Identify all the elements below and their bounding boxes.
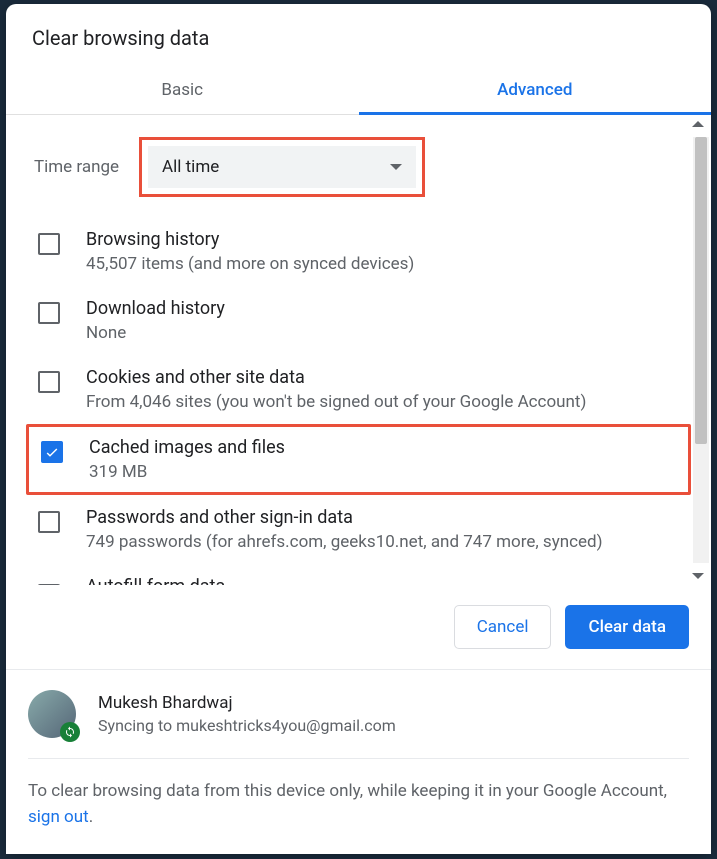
item-text: Cookies and other site data From 4,046 s… [86,367,683,412]
item-title: Browsing history [86,229,683,250]
sync-badge-icon [60,722,80,742]
item-browsing-history[interactable]: Browsing history 45,507 items (and more … [26,217,691,286]
item-passwords[interactable]: Passwords and other sign-in data 749 pas… [26,495,691,564]
clear-data-button[interactable]: Clear data [565,605,689,649]
item-title: Passwords and other sign-in data [86,507,683,528]
sync-name: Mukesh Bhardwaj [98,693,396,713]
tab-basic[interactable]: Basic [6,68,359,114]
scroll-area: Time range All time Browsing history 45, [6,115,711,585]
check-icon [44,444,60,460]
item-title: Autofill form data [86,576,683,585]
sign-out-link[interactable]: sign out [28,807,89,827]
cached-highlight: Cached images and files 319 MB [26,424,691,495]
sync-text: Mukesh Bhardwaj Syncing to mukeshtricks4… [98,693,396,735]
item-text: Download history None [86,298,683,343]
checkbox-browsing-history[interactable] [38,233,60,255]
dialog-footer: Mukesh Bhardwaj Syncing to mukeshtricks4… [6,670,711,854]
item-sub: None [86,323,683,343]
item-text: Passwords and other sign-in data 749 pas… [86,507,683,552]
footer-note: To clear browsing data from this device … [28,779,689,830]
sync-email: Syncing to mukeshtricks4you@gmail.com [98,716,396,735]
item-cached[interactable]: Cached images and files 319 MB [33,429,684,490]
footnote-post: . [89,807,93,827]
item-autofill[interactable]: Autofill form data [26,564,691,585]
item-text: Browsing history 45,507 items (and more … [86,229,683,274]
tab-advanced[interactable]: Advanced [359,68,712,114]
checkbox-cached[interactable] [41,441,63,463]
dialog-actions: Cancel Clear data [6,585,711,670]
item-title: Cached images and files [89,437,680,458]
time-range-highlight: All time [139,137,425,197]
clear-browsing-data-dialog: Clear browsing data Basic Advanced Time … [6,4,711,854]
scroll-up-icon[interactable] [692,121,704,127]
checkbox-cookies[interactable] [38,371,60,393]
item-text: Autofill form data [86,576,683,585]
item-cookies[interactable]: Cookies and other site data From 4,046 s… [26,355,691,424]
item-text: Cached images and files 319 MB [89,437,680,482]
scroll-down-icon[interactable] [692,573,704,579]
checkbox-autofill[interactable] [38,584,60,585]
sync-row: Mukesh Bhardwaj Syncing to mukeshtricks4… [28,690,689,759]
item-download-history[interactable]: Download history None [26,286,691,355]
scroll-content: Time range All time Browsing history 45, [6,115,711,585]
cancel-button[interactable]: Cancel [454,605,552,649]
time-range-select[interactable]: All time [148,146,416,188]
item-title: Download history [86,298,683,319]
checkbox-passwords[interactable] [38,511,60,533]
item-sub: 319 MB [89,462,680,482]
time-range-label: Time range [34,157,119,177]
item-title: Cookies and other site data [86,367,683,388]
data-type-list: Browsing history 45,507 items (and more … [26,215,691,585]
avatar [28,690,76,738]
scrollbar-arrows [689,121,707,579]
item-sub: 45,507 items (and more on synced devices… [86,254,683,274]
time-range-value: All time [162,157,219,177]
tabs: Basic Advanced [6,68,711,115]
item-sub: From 4,046 sites (you won't be signed ou… [86,392,683,412]
caret-down-icon [390,164,402,170]
checkbox-download-history[interactable] [38,302,60,324]
item-sub: 749 passwords (for ahrefs.com, geeks10.n… [86,532,683,552]
footnote-pre: To clear browsing data from this device … [28,781,667,801]
time-range-row: Time range All time [26,115,691,215]
dialog-title: Clear browsing data [6,4,711,68]
